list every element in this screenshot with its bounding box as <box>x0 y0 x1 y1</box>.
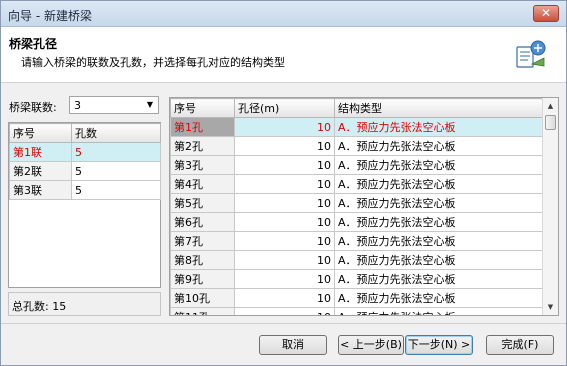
table-row[interactable]: 第2孔 10 A．预应力先张法空心板 <box>170 136 543 156</box>
wizard-window: 向导 - 新建桥梁 ✕ 桥梁孔径 请输入桥梁的联数及孔数，并选择每孔对应的结构类… <box>0 0 567 366</box>
structure-type-cell[interactable]: A．预应力先张法空心板 <box>334 288 543 308</box>
row-name[interactable]: 第2孔 <box>170 136 235 156</box>
row-name[interactable]: 第1孔 <box>170 117 235 137</box>
row-name[interactable]: 第3孔 <box>170 155 235 175</box>
wizard-icon <box>516 40 546 68</box>
page-subtitle: 请输入桥梁的联数及孔数，并选择每孔对应的结构类型 <box>21 56 285 69</box>
table-row[interactable]: 第3联 5 <box>9 180 161 200</box>
vertical-scrollbar[interactable]: ▲ ▼ <box>542 98 558 315</box>
chevron-down-icon[interactable]: ▼ <box>144 98 156 112</box>
table-row[interactable]: 第1联 5 <box>9 142 161 162</box>
table-row[interactable]: 第1孔 10 A．预应力先张法空心板 <box>170 117 543 137</box>
page-title: 桥梁孔径 <box>9 37 58 51</box>
span-table: 序号 孔数 第1联 5 第2联 5 第3联 5 <box>8 122 161 288</box>
span-cell[interactable]: 10 <box>234 269 335 289</box>
window-title: 向导 - 新建桥梁 <box>8 9 92 23</box>
row-name[interactable]: 第3联 <box>9 180 72 200</box>
row-name[interactable]: 第5孔 <box>170 193 235 213</box>
table-row[interactable]: 第9孔 10 A．预应力先张法空心板 <box>170 269 543 289</box>
scroll-down-icon[interactable]: ▼ <box>543 299 558 315</box>
row-name[interactable]: 第7孔 <box>170 231 235 251</box>
span-count-label: 桥梁联数: <box>9 101 57 114</box>
structure-type-cell[interactable]: A．预应力先张法空心板 <box>334 231 543 251</box>
row-name[interactable]: 第9孔 <box>170 269 235 289</box>
table-row[interactable]: 第8孔 10 A．预应力先张法空心板 <box>170 250 543 270</box>
total-count-label: 总孔数: 15 <box>12 300 67 313</box>
finish-button[interactable]: 完成(F) <box>486 335 554 355</box>
column-header-span[interactable]: 孔径(m) <box>234 98 335 118</box>
row-count-cell[interactable]: 5 <box>71 180 161 200</box>
divider <box>1 323 566 324</box>
structure-type-cell[interactable]: A．预应力先张法空心板 <box>334 155 543 175</box>
table-row[interactable]: 第3孔 10 A．预应力先张法空心板 <box>170 155 543 175</box>
span-cell[interactable]: 10 <box>234 136 335 156</box>
table-row[interactable]: 第2联 5 <box>9 161 161 181</box>
row-name[interactable]: 第11孔 <box>170 307 235 315</box>
column-header-index[interactable]: 序号 <box>170 98 235 118</box>
column-header-count[interactable]: 孔数 <box>71 123 161 143</box>
structure-type-cell[interactable]: A．预应力先张法空心板 <box>334 174 543 194</box>
row-name[interactable]: 第1联 <box>9 142 72 162</box>
row-name[interactable]: 第10孔 <box>170 288 235 308</box>
table-row[interactable]: 第4孔 10 A．预应力先张法空心板 <box>170 174 543 194</box>
row-name[interactable]: 第8孔 <box>170 250 235 270</box>
scroll-up-icon[interactable]: ▲ <box>543 98 558 114</box>
table-row[interactable]: 第5孔 10 A．预应力先张法空心板 <box>170 193 543 213</box>
close-icon: ✕ <box>540 6 552 20</box>
structure-type-cell[interactable]: A．预应力先张法空心板 <box>334 193 543 213</box>
column-header-structure-type[interactable]: 结构类型 <box>334 98 543 118</box>
total-panel: 总孔数: 15 <box>8 292 161 316</box>
structure-type-cell[interactable]: A．预应力先张法空心板 <box>334 250 543 270</box>
structure-type-cell[interactable]: A．预应力先张法空心板 <box>334 307 543 315</box>
span-cell[interactable]: 10 <box>234 307 335 315</box>
table-row[interactable]: 第7孔 10 A．预应力先张法空心板 <box>170 231 543 251</box>
span-cell[interactable]: 10 <box>234 250 335 270</box>
table-row[interactable]: 第6孔 10 A．预应力先张法空心板 <box>170 212 543 232</box>
row-name[interactable]: 第4孔 <box>170 174 235 194</box>
wizard-header: 桥梁孔径 请输入桥梁的联数及孔数，并选择每孔对应的结构类型 <box>1 27 566 83</box>
structure-type-cell[interactable]: A．预应力先张法空心板 <box>334 117 543 137</box>
row-count-cell[interactable]: 5 <box>71 142 161 162</box>
column-header-index[interactable]: 序号 <box>9 123 72 143</box>
title-bar: 向导 - 新建桥梁 ✕ <box>1 1 566 27</box>
structure-type-cell[interactable]: A．预应力先张法空心板 <box>334 269 543 289</box>
hole-table: 序号 孔径(m) 结构类型 第1孔 10 A．预应力先张法空心板 第2孔 10 … <box>169 97 559 316</box>
table-row[interactable]: 第11孔 10 A．预应力先张法空心板 <box>170 307 543 315</box>
span-cell[interactable]: 10 <box>234 231 335 251</box>
span-cell[interactable]: 10 <box>234 212 335 232</box>
span-cell[interactable]: 10 <box>234 193 335 213</box>
close-button[interactable]: ✕ <box>533 5 559 22</box>
span-cell[interactable]: 10 <box>234 288 335 308</box>
structure-type-cell[interactable]: A．预应力先张法空心板 <box>334 212 543 232</box>
table-row[interactable]: 第10孔 10 A．预应力先张法空心板 <box>170 288 543 308</box>
previous-button[interactable]: < 上一步(B) <box>338 335 404 355</box>
row-count-cell[interactable]: 5 <box>71 161 161 181</box>
span-cell[interactable]: 10 <box>234 155 335 175</box>
span-count-value: 3 <box>74 99 81 112</box>
span-count-dropdown[interactable]: 3 ▼ <box>69 96 159 114</box>
structure-type-cell[interactable]: A．预应力先张法空心板 <box>334 136 543 156</box>
scroll-thumb[interactable] <box>545 115 556 130</box>
row-name[interactable]: 第6孔 <box>170 212 235 232</box>
span-cell[interactable]: 10 <box>234 174 335 194</box>
next-button[interactable]: 下一步(N) > <box>405 335 473 355</box>
row-name[interactable]: 第2联 <box>9 161 72 181</box>
cancel-button[interactable]: 取消 <box>259 335 327 355</box>
span-cell[interactable]: 10 <box>234 117 335 137</box>
